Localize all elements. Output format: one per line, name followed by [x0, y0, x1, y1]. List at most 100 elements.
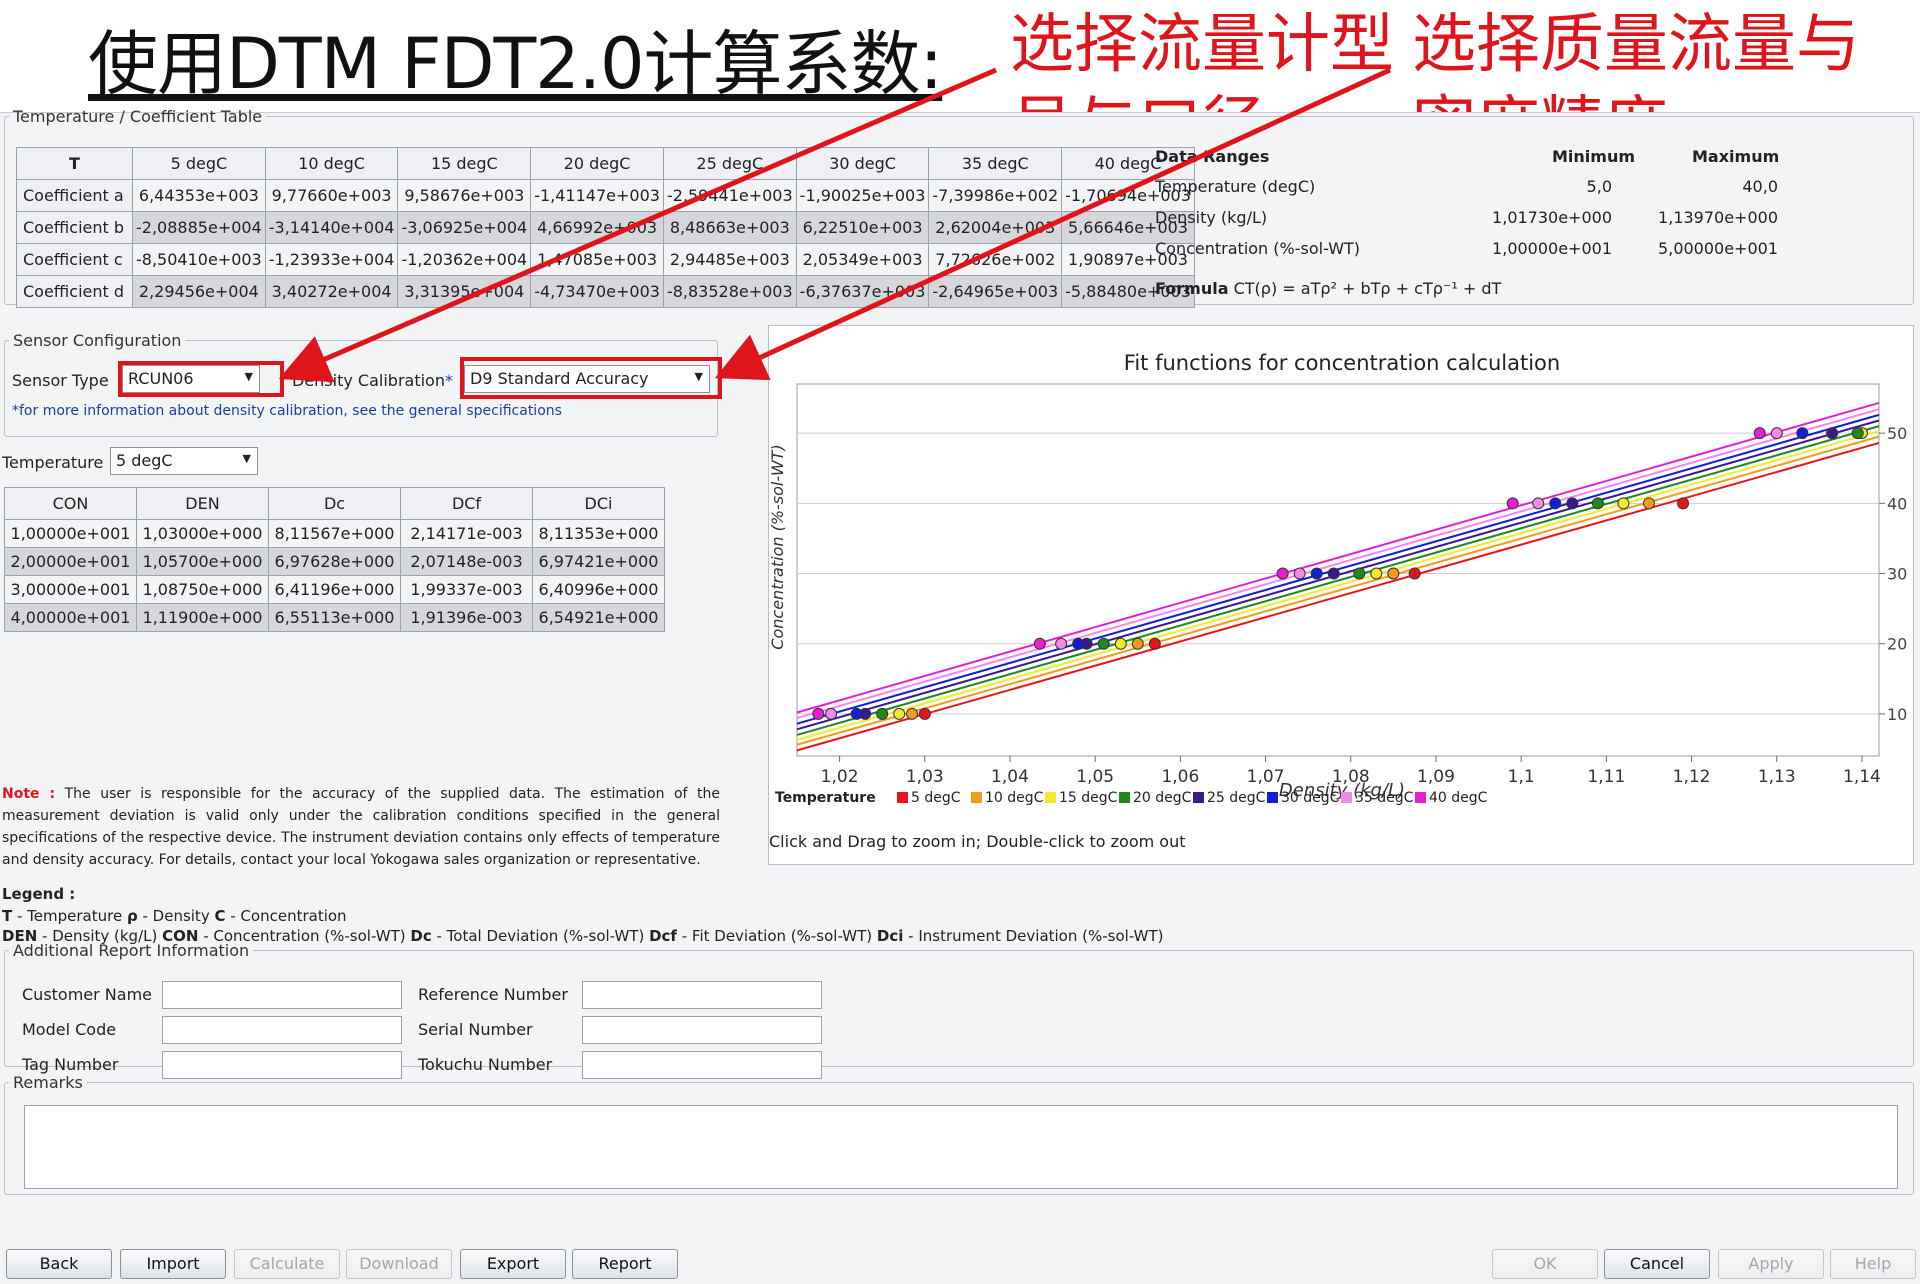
- report-button[interactable]: Report: [572, 1249, 678, 1279]
- help-button[interactable]: Help: [1830, 1249, 1916, 1279]
- coef-column-header[interactable]: 5 degC: [132, 147, 266, 180]
- coef-cell[interactable]: -8,50410e+003: [132, 243, 266, 276]
- data-point: [1055, 637, 1068, 650]
- formula-label: Formula: [1155, 279, 1229, 298]
- deviation-cell[interactable]: 4,00000e+001: [4, 603, 137, 632]
- coef-corner-header[interactable]: T: [16, 147, 133, 180]
- legend-item[interactable]: 20 degC: [1119, 790, 1191, 806]
- deviation-cell[interactable]: 6,97421e+000: [532, 547, 665, 576]
- x-tick-label: 1,03: [906, 767, 944, 787]
- deviation-cell[interactable]: 6,54921e+000: [532, 603, 665, 632]
- deviation-cell[interactable]: 1,08750e+000: [136, 575, 269, 604]
- data-point: [1387, 567, 1400, 580]
- coef-column-header[interactable]: 30 degC: [795, 147, 930, 180]
- deviation-cell[interactable]: 2,07148e-003: [400, 547, 533, 576]
- coef-column-header[interactable]: 25 degC: [662, 147, 797, 180]
- x-tick-label: 1,02: [821, 767, 859, 787]
- legend-label: 5 degC: [911, 790, 961, 806]
- coef-cell[interactable]: 2,05349e+003: [795, 243, 930, 276]
- fit-functions-chart[interactable]: Fit functions for concentration calculat…: [768, 326, 1915, 866]
- coef-cell[interactable]: 9,58676e+003: [397, 179, 532, 212]
- chart-panel[interactable]: Fit functions for concentration calculat…: [768, 325, 1914, 865]
- legend-swatch: [971, 792, 982, 803]
- deviation-cell[interactable]: 8,11567e+000: [268, 519, 401, 548]
- back-button[interactable]: Back: [6, 1249, 112, 1279]
- legend-desc: - Temperature: [12, 907, 127, 925]
- coef-cell[interactable]: -4,73470e+003: [530, 275, 664, 308]
- coef-cell[interactable]: 6,22510e+003: [795, 211, 930, 244]
- deviation-column-header[interactable]: Dc: [268, 487, 401, 520]
- coef-cell[interactable]: 6,44353e+003: [132, 179, 266, 212]
- coef-cell[interactable]: 3,40272e+004: [264, 275, 399, 308]
- deviation-cell[interactable]: 1,00000e+001: [4, 519, 137, 548]
- x-tick-label: 1,06: [1161, 767, 1199, 787]
- coef-cell[interactable]: 9,77660e+003: [264, 179, 399, 212]
- coef-column-header[interactable]: 15 degC: [397, 147, 532, 180]
- coef-cell[interactable]: -2,59441e+003: [662, 179, 797, 212]
- coef-cell[interactable]: -1,41147e+003: [530, 179, 664, 212]
- legend-item[interactable]: 35 degC: [1341, 790, 1413, 806]
- coef-row-label: Coefficient b: [16, 211, 133, 244]
- coef-cell[interactable]: 2,29456e+004: [132, 275, 266, 308]
- coef-cell[interactable]: -1,20362e+004: [397, 243, 532, 276]
- coef-cell[interactable]: 4,66992e+003: [530, 211, 664, 244]
- coef-column-header[interactable]: 10 degC: [264, 147, 399, 180]
- coef-cell[interactable]: 3,31395e+004: [397, 275, 532, 308]
- deviation-cell[interactable]: 6,55113e+000: [268, 603, 401, 632]
- legend-item[interactable]: 5 degC: [897, 790, 961, 806]
- deviation-column-header[interactable]: DCf: [400, 487, 533, 520]
- report-field-input[interactable]: [162, 981, 402, 1009]
- deviation-column-header[interactable]: DCi: [532, 487, 665, 520]
- coef-column-header[interactable]: 20 degC: [530, 147, 664, 180]
- coef-cell[interactable]: -3,14140e+004: [264, 211, 399, 244]
- deviation-cell[interactable]: 1,91396e-003: [400, 603, 533, 632]
- coef-cell[interactable]: -2,08885e+004: [132, 211, 266, 244]
- import-button[interactable]: Import: [120, 1249, 226, 1279]
- coef-cell[interactable]: 2,62004e+003: [928, 211, 1063, 244]
- deviation-cell[interactable]: 1,03000e+000: [136, 519, 269, 548]
- coef-cell[interactable]: -3,06925e+004: [397, 211, 532, 244]
- deviation-cell[interactable]: 1,99337e-003: [400, 575, 533, 604]
- calculate-button[interactable]: Calculate: [234, 1249, 340, 1279]
- deviation-column-header[interactable]: DEN: [136, 487, 269, 520]
- legend-item[interactable]: 30 degC: [1267, 790, 1339, 806]
- coef-cell[interactable]: -1,90025e+003: [795, 179, 930, 212]
- coef-cell[interactable]: 1,47085e+003: [530, 243, 664, 276]
- deviation-cell[interactable]: 1,11900e+000: [136, 603, 269, 632]
- coef-cell[interactable]: -7,39986e+002: [928, 179, 1063, 212]
- coef-cell[interactable]: -6,37637e+003: [795, 275, 930, 308]
- apply-button[interactable]: Apply: [1718, 1249, 1824, 1279]
- data-ranges-min-header: Minimum: [1552, 147, 1636, 166]
- deviation-cell[interactable]: 6,40996e+000: [532, 575, 665, 604]
- remarks-textarea[interactable]: [24, 1105, 1898, 1189]
- temperature-dropdown[interactable]: 5 degC ▼: [110, 447, 258, 475]
- coef-cell[interactable]: -1,23933e+004: [264, 243, 399, 276]
- deviation-cell[interactable]: 6,41196e+000: [268, 575, 401, 604]
- deviation-cell[interactable]: 8,11353e+000: [532, 519, 665, 548]
- deviation-column-header[interactable]: CON: [4, 487, 137, 520]
- deviation-cell[interactable]: 1,05700e+000: [136, 547, 269, 576]
- legend-item[interactable]: 10 degC: [971, 790, 1043, 806]
- legend-item[interactable]: 40 degC: [1415, 790, 1487, 806]
- coef-cell[interactable]: 7,72626e+002: [928, 243, 1063, 276]
- deviation-cell[interactable]: 2,00000e+001: [4, 547, 137, 576]
- data-ranges-title: Data Ranges: [1155, 147, 1270, 166]
- coef-cell[interactable]: 2,94485e+003: [662, 243, 797, 276]
- coef-cell[interactable]: 8,48663e+003: [662, 211, 797, 244]
- legend-item[interactable]: 25 degC: [1193, 790, 1265, 806]
- coef-cell[interactable]: -8,83528e+003: [662, 275, 797, 308]
- deviation-cell[interactable]: 6,97628e+000: [268, 547, 401, 576]
- deviation-cell[interactable]: 2,14171e-003: [400, 519, 533, 548]
- deviation-cell[interactable]: 3,00000e+001: [4, 575, 137, 604]
- export-button[interactable]: Export: [460, 1249, 566, 1279]
- report-field-input[interactable]: [582, 1016, 822, 1044]
- coef-cell[interactable]: -2,64965e+003: [928, 275, 1063, 308]
- note-label: Note :: [2, 786, 56, 802]
- coef-column-header[interactable]: 35 degC: [928, 147, 1063, 180]
- legend-item[interactable]: 15 degC: [1045, 790, 1117, 806]
- download-button[interactable]: Download: [346, 1249, 452, 1279]
- report-field-input[interactable]: [582, 981, 822, 1009]
- report-field-input[interactable]: [162, 1016, 402, 1044]
- cancel-button[interactable]: Cancel: [1604, 1249, 1710, 1279]
- ok-button[interactable]: OK: [1492, 1249, 1598, 1279]
